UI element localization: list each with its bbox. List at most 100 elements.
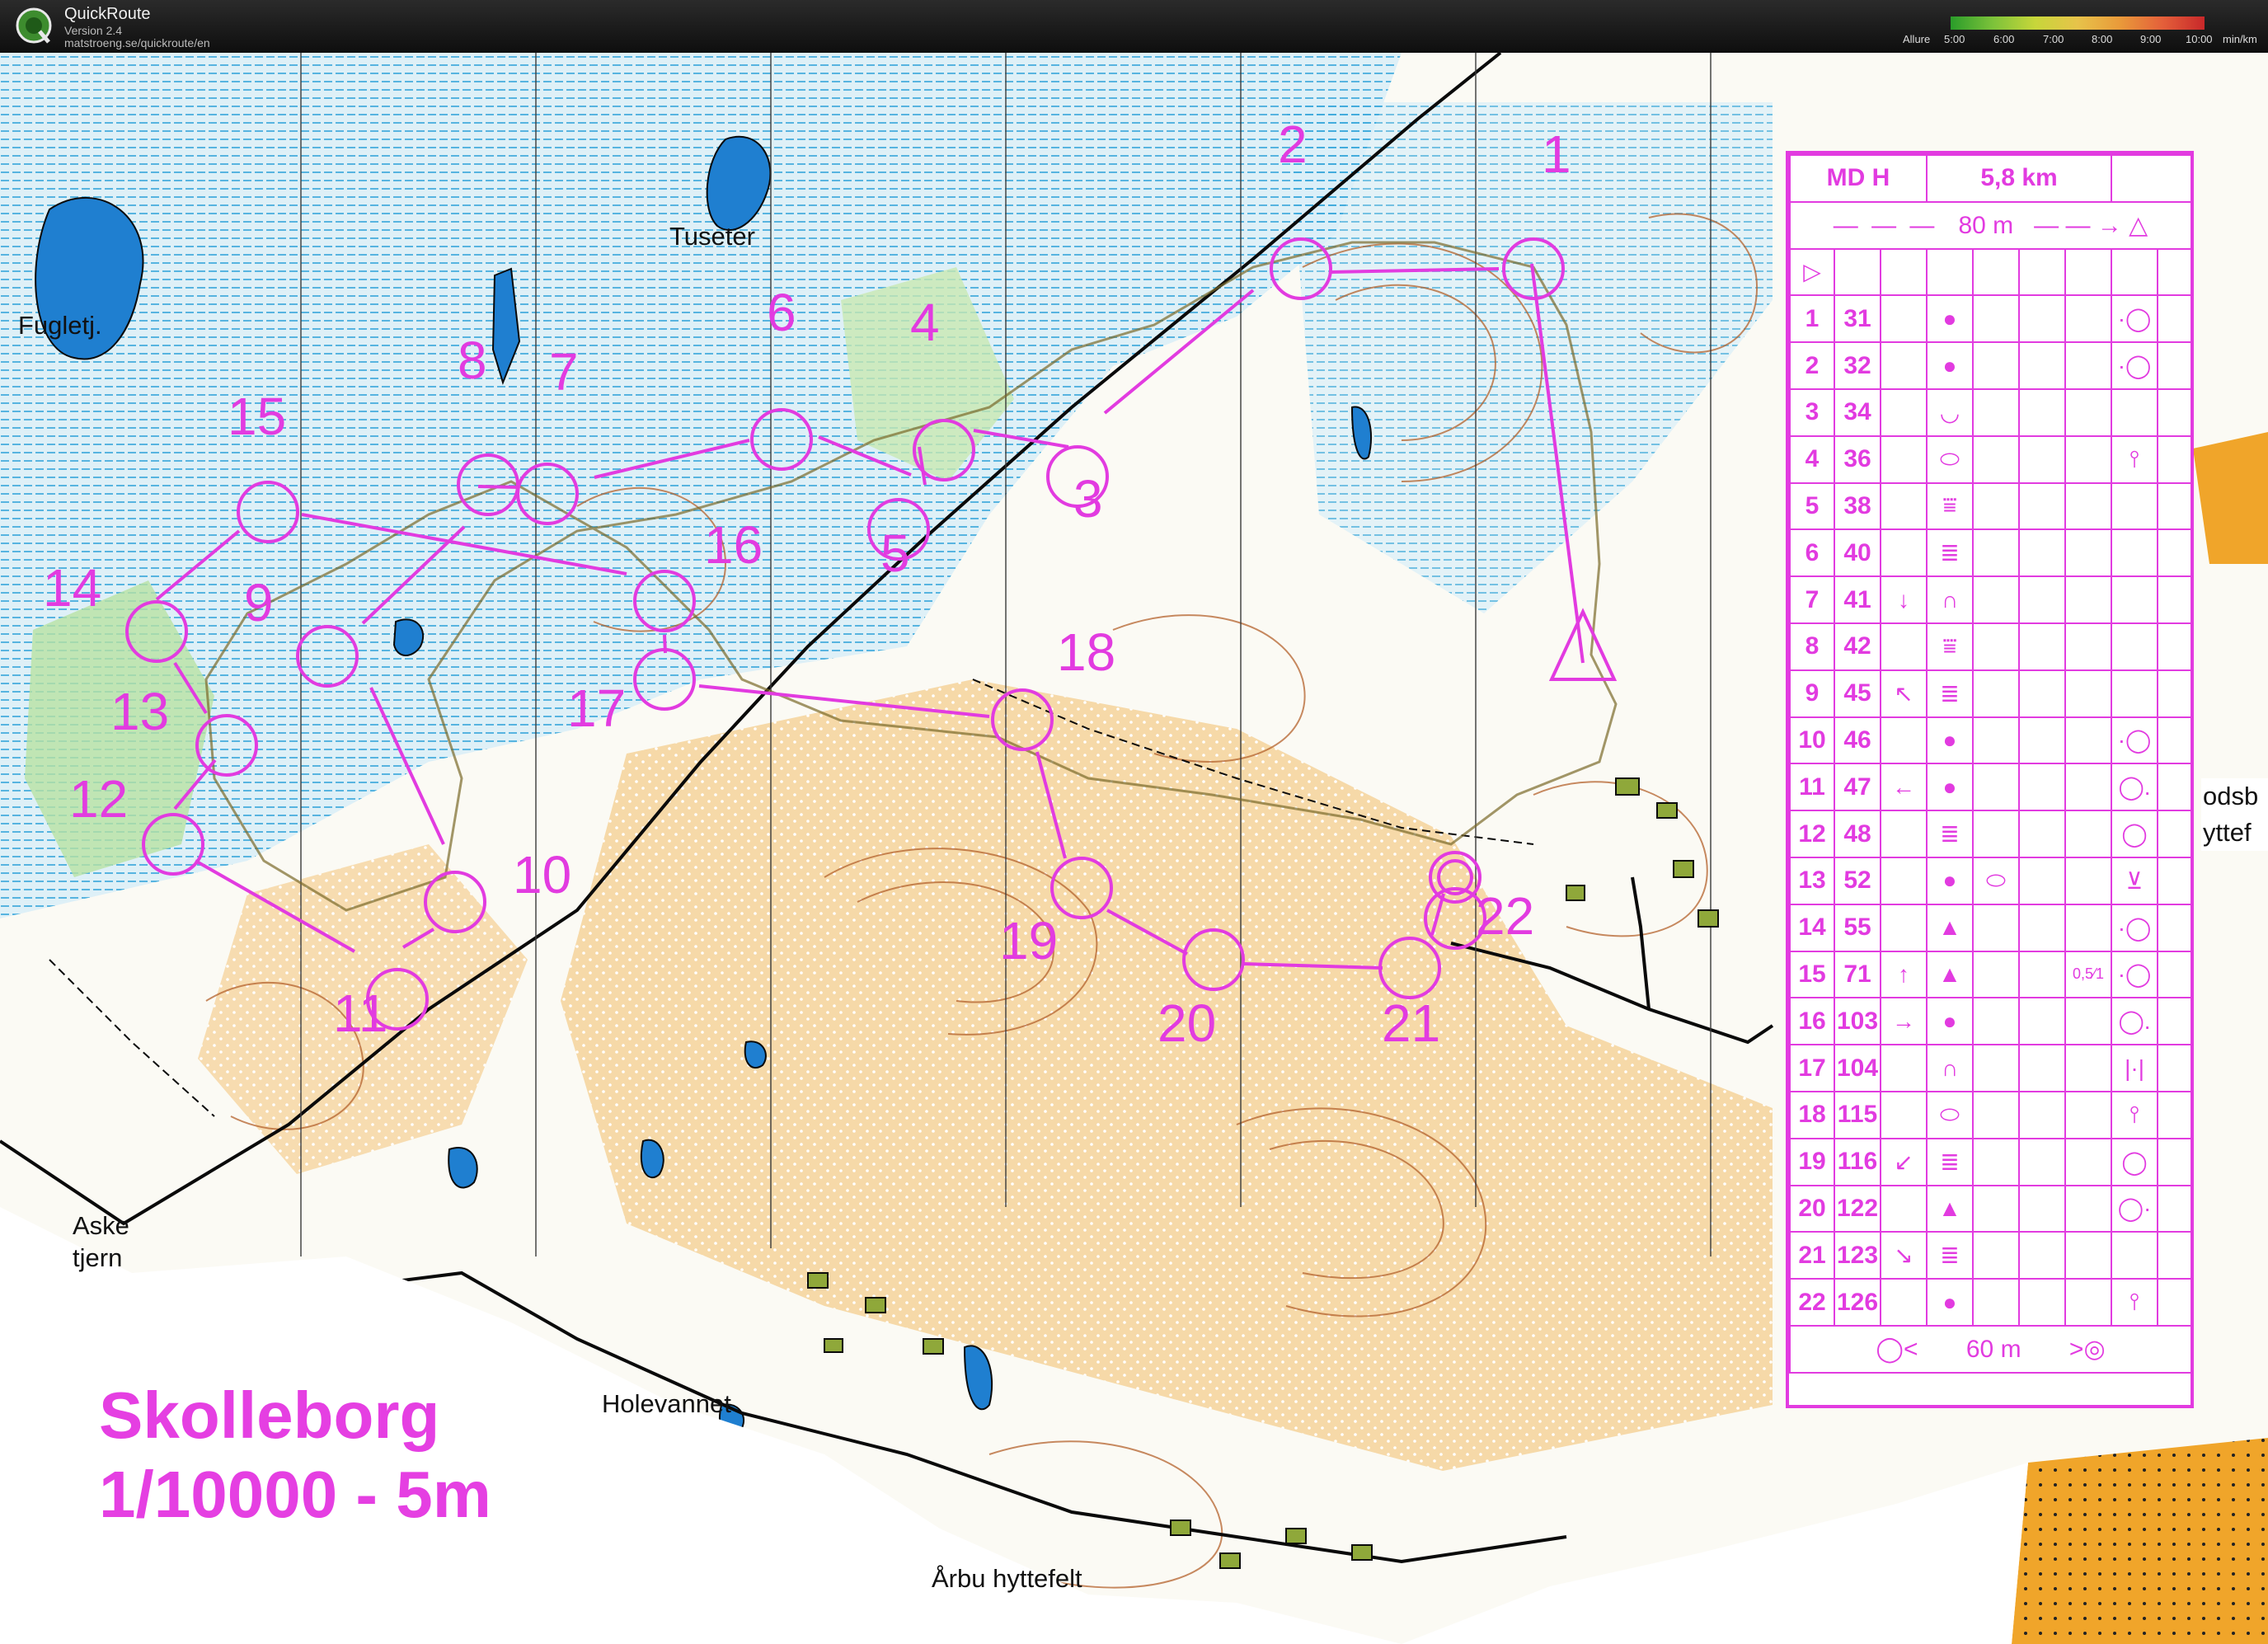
location-symbol: ·◯ xyxy=(2111,341,2159,390)
control-row: 7 41 ↓ ∩ xyxy=(1789,575,2193,624)
dimension-symbol xyxy=(2064,341,2113,390)
control-code: 34 xyxy=(1834,388,1881,437)
blank-column xyxy=(2157,1044,2193,1092)
which-feature-direction: ↑ xyxy=(1880,950,1928,999)
dimension-symbol xyxy=(2064,622,2113,671)
control-row: 16 103 → ● ◯. xyxy=(1789,997,2193,1046)
control-number-22: 22 xyxy=(1476,886,1535,946)
control-number-16: 16 xyxy=(704,515,763,575)
control-code: 71 xyxy=(1834,950,1881,999)
control-code: 41 xyxy=(1834,575,1881,624)
which-feature-direction xyxy=(1880,1044,1928,1092)
control-row: 20 122 ▲ ◯· xyxy=(1789,1184,2193,1233)
which-feature-direction: ↘ xyxy=(1880,1231,1928,1280)
control-row: 22 126 ● ⫯ xyxy=(1789,1278,2193,1327)
dimension-symbol: 0,5⁄1 xyxy=(2064,950,2113,999)
feature-symbol: ● xyxy=(1926,1278,1974,1327)
blank-column xyxy=(2018,856,2066,905)
feature-symbol: ● xyxy=(1926,856,1974,905)
control-sequence-number: 22 xyxy=(1789,1278,1835,1327)
which-feature-direction: ↓ xyxy=(1880,575,1928,624)
location-symbol: ⫯ xyxy=(2111,1278,2159,1327)
feature-symbol: ● xyxy=(1926,997,1974,1046)
place-name-arbu-hyttefelt: Årbu hyttefelt xyxy=(932,1564,1082,1593)
appearance-symbol: ⬭ xyxy=(1972,856,2020,905)
control-sequence-number: 15 xyxy=(1789,950,1835,999)
control-sequence-number: 6 xyxy=(1789,528,1835,578)
place-name-fugletjern: Fugletj. xyxy=(18,311,102,340)
quickroute-logo-icon xyxy=(16,7,52,44)
feature-symbol: ● xyxy=(1926,341,1974,390)
dimension-symbol xyxy=(2064,1137,2113,1186)
blank-column xyxy=(2157,669,2193,718)
appearance-symbol xyxy=(1972,481,2020,531)
control-row: 4 36 ⬭ ⫯ xyxy=(1789,434,2193,484)
blank-column xyxy=(2157,997,2193,1046)
pace-tick: 10:00 xyxy=(2186,33,2213,45)
pace-legend: Allure 5:00 6:00 7:00 8:00 9:00 10:00 mi… xyxy=(1903,15,2257,48)
control-code: 126 xyxy=(1834,1278,1881,1327)
control-row: 6 40 ≣ xyxy=(1789,528,2193,578)
blank-column xyxy=(2157,1231,2193,1280)
edge-label-box: yttef xyxy=(2201,815,2268,851)
appearance-symbol xyxy=(1972,528,2020,578)
location-symbol: ◯ xyxy=(2111,810,2159,858)
blank-column xyxy=(2157,294,2193,344)
control-number-11: 11 xyxy=(333,984,388,1043)
appearance-symbol xyxy=(1972,1278,2020,1327)
feature-symbol: ≣ xyxy=(1926,528,1974,578)
control-code: 116 xyxy=(1834,1137,1881,1186)
course-class: MD H xyxy=(1789,154,1928,203)
blank-column xyxy=(2157,1137,2193,1186)
dimension-symbol xyxy=(2064,434,2113,484)
which-feature-direction xyxy=(1880,294,1928,344)
dimension-symbol xyxy=(2064,481,2113,531)
location-symbol xyxy=(2111,622,2159,671)
finish-circle-icon: >◎ xyxy=(2068,1335,2106,1363)
appearance-symbol xyxy=(1972,622,2020,671)
app-url: matstroeng.se/quickroute/en xyxy=(64,36,210,49)
which-feature-direction: ↖ xyxy=(1880,669,1928,718)
appearance-symbol xyxy=(1972,1044,2020,1092)
dimension-symbol xyxy=(2064,1278,2113,1327)
control-number-20: 20 xyxy=(1157,993,1217,1053)
pace-tick: 6:00 xyxy=(1993,33,2015,45)
which-feature-direction xyxy=(1880,622,1928,671)
start-triangle-icon: ▷ xyxy=(1789,247,1835,297)
control-code: 115 xyxy=(1834,1090,1881,1139)
control-row: 10 46 ● ·◯ xyxy=(1789,716,2193,765)
which-feature-direction xyxy=(1880,716,1928,765)
control-code: 48 xyxy=(1834,810,1881,858)
location-symbol xyxy=(2111,669,2159,718)
pace-legend-label: Allure xyxy=(1903,33,1931,45)
control-code: 42 xyxy=(1834,622,1881,671)
control-code: 103 xyxy=(1834,997,1881,1046)
blank-column xyxy=(2157,810,2193,858)
control-row: 12 48 ≣ ◯ xyxy=(1789,810,2193,858)
blank-column xyxy=(2018,1278,2066,1327)
blank-column xyxy=(2018,528,2066,578)
which-feature-direction: → xyxy=(1880,997,1928,1046)
control-code: 55 xyxy=(1834,903,1881,952)
start-leg-row: — — — 80 m — — → △ xyxy=(1788,200,2193,250)
dimension-symbol xyxy=(2064,856,2113,905)
control-number-3: 3 xyxy=(1073,469,1103,528)
location-symbol xyxy=(2111,1231,2159,1280)
pace-tick: 9:00 xyxy=(2140,33,2162,45)
location-symbol xyxy=(2111,388,2159,437)
blank-column xyxy=(2157,950,2193,999)
feature-symbol: ∩ xyxy=(1926,575,1974,624)
place-name-tuseter: Tuseter xyxy=(669,222,755,251)
control-row: 21 123 ↘ ≣ xyxy=(1789,1231,2193,1280)
control-sequence-number: 5 xyxy=(1789,481,1835,531)
blank-column xyxy=(2018,1184,2066,1233)
feature-symbol: ⬭ xyxy=(1926,1090,1974,1139)
control-sequence-number: 16 xyxy=(1789,997,1835,1046)
control-sequence-number: 2 xyxy=(1789,341,1835,390)
feature-symbol: ⬭ xyxy=(1926,434,1974,484)
dimension-symbol xyxy=(2064,1090,2113,1139)
feature-symbol: ▲ xyxy=(1926,903,1974,952)
blank-column xyxy=(2157,1090,2193,1139)
feature-symbol: ≣ xyxy=(1926,1137,1974,1186)
location-symbol xyxy=(2111,575,2159,624)
